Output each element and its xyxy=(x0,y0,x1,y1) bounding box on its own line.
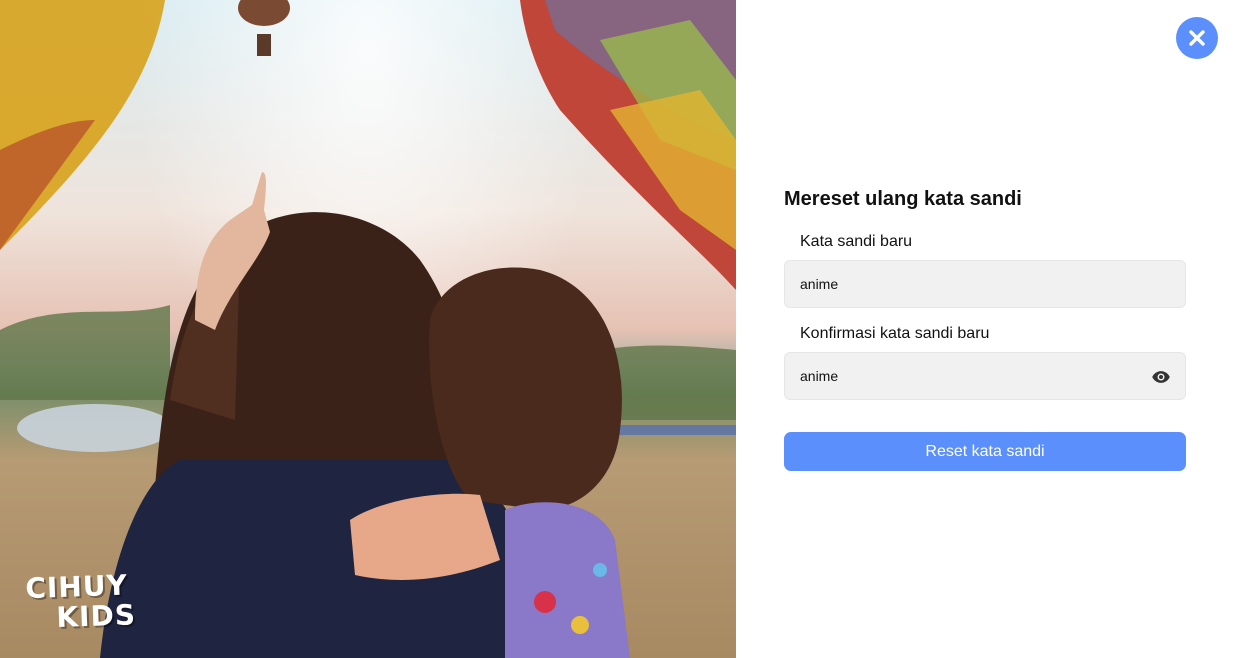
page-title: Mereset ulang kata sandi xyxy=(784,188,1022,210)
reset-password-screen: CIHUY KIDS Mereset ulang kata sandi Kata… xyxy=(0,0,1234,658)
confirm-password-label: Konfirmasi kata sandi baru xyxy=(800,325,990,342)
close-icon xyxy=(1189,30,1205,46)
eye-icon[interactable] xyxy=(1151,367,1171,387)
reset-password-form: Mereset ulang kata sandi Kata sandi baru… xyxy=(784,186,1186,471)
new-password-input[interactable] xyxy=(785,261,1185,307)
new-password-label: Kata sandi baru xyxy=(800,233,913,250)
confirm-password-input[interactable] xyxy=(785,353,1185,399)
brand-logo: CIHUY KIDS xyxy=(25,569,147,640)
hero-photo: CIHUY KIDS xyxy=(0,0,736,658)
hero-illustration xyxy=(0,0,736,658)
new-password-field-wrapper xyxy=(784,260,1186,308)
brand-line-2: KIDS xyxy=(55,598,137,635)
confirm-password-field-wrapper xyxy=(784,352,1186,400)
close-button[interactable] xyxy=(1176,17,1218,59)
reset-password-button[interactable]: Reset kata sandi xyxy=(784,432,1186,471)
